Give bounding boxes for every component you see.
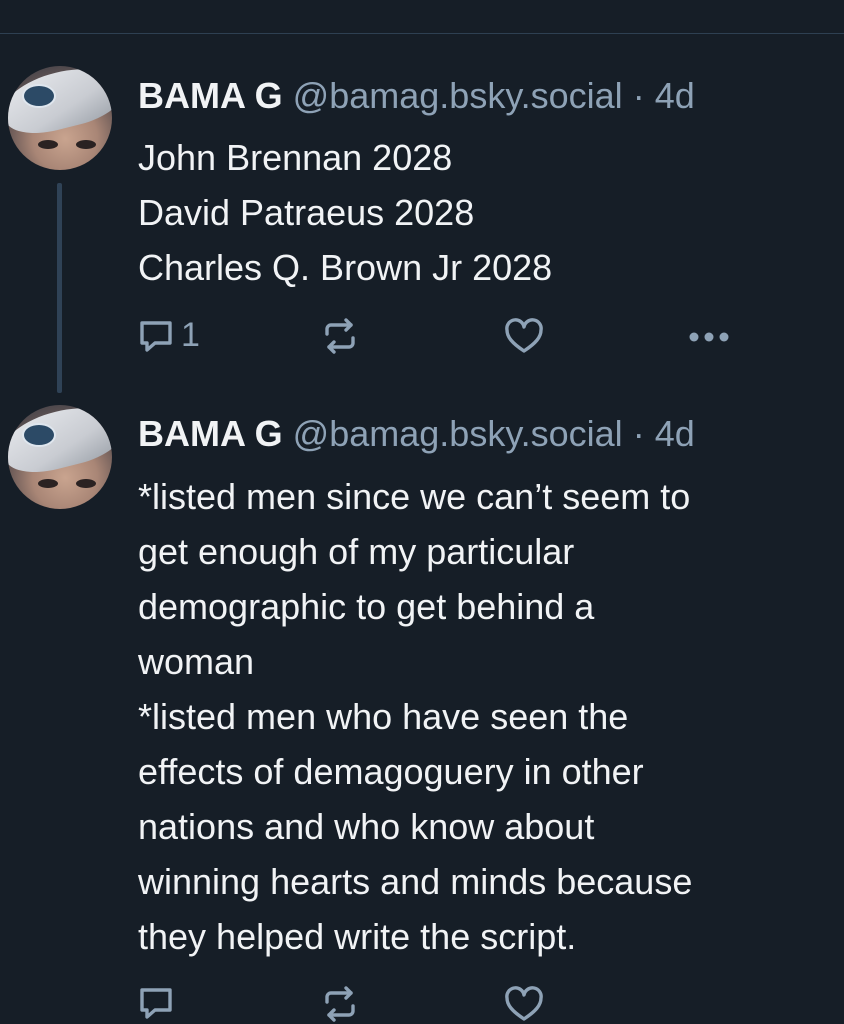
post-line: get enough of my particular — [138, 531, 575, 572]
avatar[interactable] — [8, 405, 112, 509]
speech-bubble-icon — [137, 984, 175, 1022]
more-options-button[interactable] — [686, 316, 732, 356]
repost-button[interactable] — [320, 316, 360, 356]
reply-count: 1 — [181, 316, 200, 354]
author-name[interactable]: BAMA G — [138, 75, 283, 116]
post-actions — [0, 984, 844, 1024]
avatar-eye — [76, 479, 96, 488]
post-line: Charles Q. Brown Jr 2028 — [138, 247, 553, 288]
post-text: *listed men since we can’t seem to get e… — [138, 469, 828, 964]
post-line: *listed men who have seen the — [138, 696, 629, 737]
avatar[interactable] — [8, 66, 112, 170]
avatar-cap-logo — [22, 84, 56, 108]
post-line: demographic to get behind a — [138, 586, 595, 627]
post-text: John Brennan 2028 David Patraeus 2028 Ch… — [138, 130, 828, 295]
thread-line — [57, 183, 62, 393]
post-line: *listed men since we can’t seem to — [138, 476, 691, 517]
avatar-cap — [8, 405, 112, 481]
speech-bubble-icon — [137, 317, 175, 355]
separator: · — [632, 413, 645, 454]
post-actions: 1 — [0, 316, 844, 356]
reply-button[interactable] — [137, 984, 175, 1022]
avatar-eye — [76, 140, 96, 149]
heart-icon — [503, 316, 545, 356]
reply-button[interactable]: 1 — [137, 316, 200, 355]
top-divider — [0, 0, 844, 34]
avatar-eye — [38, 140, 58, 149]
post-line: David Patraeus 2028 — [138, 192, 475, 233]
avatar-eye — [38, 479, 58, 488]
repost-arrows-icon — [320, 316, 360, 356]
like-button[interactable] — [503, 984, 545, 1024]
post-line: winning hearts and minds because — [138, 861, 693, 902]
author-handle[interactable]: @bamag.bsky.social — [293, 75, 623, 116]
post-line: woman — [138, 641, 255, 682]
post-line: nations and who know about — [138, 806, 595, 847]
like-button[interactable] — [503, 316, 545, 356]
author-handle[interactable]: @bamag.bsky.social — [293, 413, 623, 454]
post-header: BAMA G @bamag.bsky.social · 4d — [138, 74, 695, 118]
post-time[interactable]: 4d — [655, 413, 695, 454]
avatar-cap — [8, 66, 112, 142]
repost-arrows-icon — [320, 984, 360, 1024]
post-time[interactable]: 4d — [655, 75, 695, 116]
separator: · — [632, 75, 645, 116]
post-line: effects of demagoguery in other — [138, 751, 644, 792]
ellipsis-icon — [686, 316, 732, 356]
post-line: they helped write the script. — [138, 916, 577, 957]
heart-icon — [503, 984, 545, 1024]
avatar-cap-logo — [22, 423, 56, 447]
author-name[interactable]: BAMA G — [138, 413, 283, 454]
post-line: John Brennan 2028 — [138, 137, 453, 178]
repost-button[interactable] — [320, 984, 360, 1024]
post-header: BAMA G @bamag.bsky.social · 4d — [138, 412, 695, 456]
